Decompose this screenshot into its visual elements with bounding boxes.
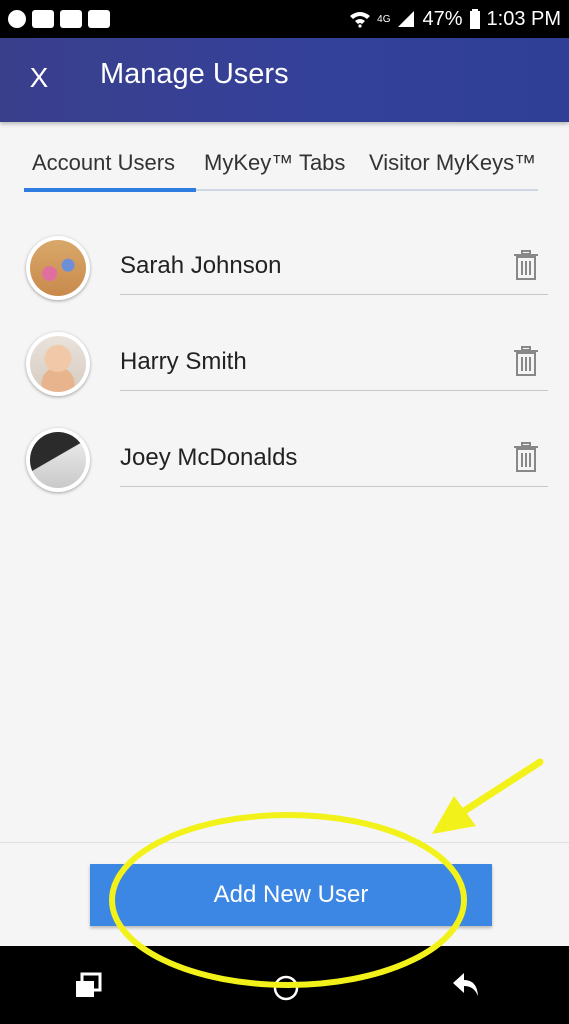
list-item[interactable]: Joey McDonalds	[0, 428, 569, 524]
trash-icon[interactable]	[513, 346, 539, 376]
list-item[interactable]: Harry Smith	[0, 332, 569, 428]
row-divider	[120, 390, 548, 391]
app-bar: X Manage Users	[0, 38, 569, 122]
tab-bar: Account Users MyKey™ Tabs Visitor MyKeys…	[0, 140, 569, 196]
flipboard-icon	[88, 10, 110, 28]
active-tab-indicator	[24, 188, 196, 192]
tab-visitor-mykeys[interactable]: Visitor MyKeys™	[369, 150, 536, 176]
trash-icon[interactable]	[513, 250, 539, 280]
arrow-head	[432, 796, 476, 834]
network-type-label: 4G	[377, 13, 391, 25]
battery-icon	[469, 9, 480, 29]
trash-icon[interactable]	[513, 442, 539, 472]
add-new-user-button[interactable]: Add New User	[90, 864, 492, 926]
system-nav-bar	[0, 946, 569, 1024]
back-icon[interactable]	[450, 970, 482, 1000]
arrow-shaft	[454, 758, 544, 819]
status-bar: 4G 47% 1:03 PM	[0, 0, 569, 38]
home-icon[interactable]	[272, 974, 300, 1002]
tab-mykey-tabs[interactable]: MyKey™ Tabs	[204, 150, 345, 176]
status-indicators: 4G 47% 1:03 PM	[349, 8, 561, 31]
user-name: Harry Smith	[120, 348, 247, 375]
signal-icon	[398, 11, 415, 27]
user-photo	[30, 240, 86, 296]
row-divider	[120, 294, 548, 295]
mail-icon	[32, 10, 54, 28]
user-photo	[30, 432, 86, 488]
clock: 1:03 PM	[486, 7, 561, 30]
row-divider	[120, 486, 548, 487]
footer-divider	[0, 842, 569, 843]
battery-percent: 47%	[422, 7, 463, 30]
wifi-icon	[350, 12, 371, 28]
notification-icons	[8, 10, 110, 28]
user-name: Joey McDonalds	[120, 444, 298, 471]
avatar	[26, 428, 90, 492]
avatar	[26, 332, 90, 396]
tab-account-users[interactable]: Account Users	[32, 150, 175, 176]
close-button[interactable]: X	[26, 62, 52, 94]
user-name: Sarah Johnson	[120, 252, 282, 279]
user-photo	[30, 336, 86, 392]
list-item[interactable]: Sarah Johnson	[0, 236, 569, 332]
avatar	[26, 236, 90, 300]
recent-apps-icon[interactable]	[73, 972, 103, 1000]
chat-bubble-icon	[8, 10, 26, 28]
mail-icon	[60, 10, 82, 28]
page-title: Manage Users	[100, 58, 289, 90]
